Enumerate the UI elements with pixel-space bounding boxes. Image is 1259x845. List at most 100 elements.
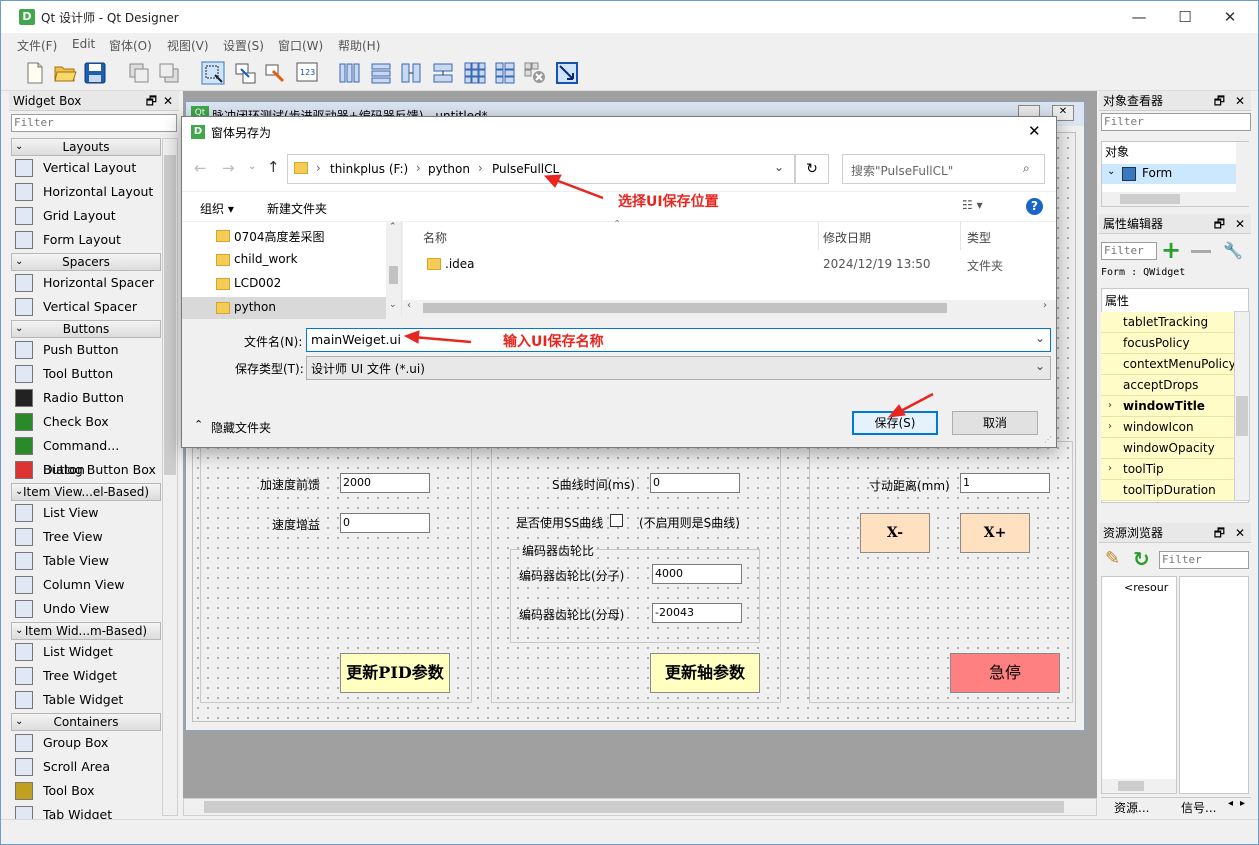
widget-item[interactable]: Group Box xyxy=(13,731,161,755)
organize-button[interactable]: 组织 ▾ xyxy=(200,200,234,217)
property-filter[interactable]: Filter xyxy=(1101,242,1157,260)
widget-item[interactable]: Tool Box xyxy=(13,779,161,803)
widget-item[interactable]: Command... Button xyxy=(13,434,161,477)
widget-category[interactable]: ⌄ Layouts xyxy=(11,138,161,156)
property-row[interactable]: › toolTip xyxy=(1101,459,1234,480)
accel-ff-input[interactable]: 2000 xyxy=(340,473,430,493)
remove-property-icon[interactable] xyxy=(1191,250,1211,253)
update-axis-button[interactable]: 更新轴参数 xyxy=(650,653,760,693)
property-row[interactable]: contextMenuPolicy xyxy=(1101,354,1236,375)
close-icon[interactable]: ✕ xyxy=(1235,523,1245,543)
widget-item[interactable]: Vertical Spacer xyxy=(13,295,161,319)
close-icon[interactable]: ✕ xyxy=(163,91,173,111)
property-row[interactable]: › windowTitle xyxy=(1101,396,1234,417)
folder-tree-item[interactable]: LCD002 xyxy=(182,273,386,295)
close-button[interactable]: ✕ xyxy=(1207,1,1253,33)
column-date[interactable]: 修改日期 xyxy=(823,229,871,246)
float-icon[interactable]: 🗗 xyxy=(146,91,157,111)
scrollbar-thumb[interactable] xyxy=(204,801,1064,813)
widget-category[interactable]: ⌄ Spacers xyxy=(11,253,161,271)
menu-window[interactable]: 窗口(W) xyxy=(278,37,323,54)
menu-help[interactable]: 帮助(H) xyxy=(338,37,380,54)
object-row-form[interactable]: ⌄ Form xyxy=(1102,164,1236,184)
widget-item[interactable]: Horizontal Layout xyxy=(13,180,161,204)
edit-buddies-icon[interactable] xyxy=(263,61,287,85)
file-list-h-scrollbar[interactable]: ‹ › xyxy=(403,300,1056,316)
object-h-scrollbar[interactable] xyxy=(1102,192,1249,206)
resource-root[interactable]: <resour xyxy=(1124,581,1168,594)
save-button[interactable]: 保存(S) xyxy=(852,411,938,435)
send-back-icon[interactable] xyxy=(157,61,181,85)
filename-dropdown-icon[interactable]: ⌄ xyxy=(1035,331,1045,345)
scrollbar-thumb[interactable] xyxy=(389,266,398,284)
property-v-scrollbar[interactable] xyxy=(1234,311,1250,501)
x-plus-button[interactable]: X+ xyxy=(960,513,1030,553)
resize-grip-icon[interactable]: ⋰ xyxy=(1044,435,1052,444)
widget-item[interactable]: Undo View xyxy=(13,597,161,621)
s-curve-time-input[interactable]: 0 xyxy=(650,473,740,493)
layout-grid-icon[interactable] xyxy=(463,61,487,85)
edit-resources-icon[interactable]: ✎ xyxy=(1105,548,1120,569)
dialog-search-input[interactable]: 搜索"PulseFullCL" ⌕ xyxy=(842,154,1045,184)
break-layout-icon[interactable] xyxy=(523,61,547,85)
view-options-icon[interactable]: ☷ ▾ xyxy=(962,198,983,212)
widget-category[interactable]: ⌄ Containers xyxy=(11,713,161,731)
widget-item[interactable]: Tool Button xyxy=(13,362,161,386)
tab-scroll-right-icon[interactable]: ▸ xyxy=(1240,798,1245,809)
tab-resources[interactable]: 资源... xyxy=(1114,799,1149,816)
back-arrow-icon[interactable]: ← xyxy=(194,159,207,177)
scrollbar-thumb[interactable] xyxy=(1236,396,1248,436)
widget-item[interactable]: Grid Layout xyxy=(13,204,161,228)
widget-item[interactable]: Push Button xyxy=(13,338,161,362)
menu-form[interactable]: 窗体(O) xyxy=(109,37,152,54)
widget-item[interactable]: Table Widget xyxy=(13,688,161,712)
float-icon[interactable]: 🗗 xyxy=(1214,214,1225,234)
widget-item[interactable]: Horizontal Spacer xyxy=(13,271,161,295)
folder-tree-item[interactable]: 0704高度差采图 xyxy=(182,225,386,247)
float-icon[interactable]: 🗗 xyxy=(1214,91,1225,111)
layout-splitter-h-icon[interactable] xyxy=(399,61,423,85)
update-pid-button[interactable]: 更新PID参数 xyxy=(340,653,450,693)
bring-front-icon[interactable] xyxy=(127,61,151,85)
scroll-right-icon[interactable]: › xyxy=(1043,300,1047,311)
filename-input[interactable]: mainWeiget.ui ⌄ xyxy=(306,328,1051,352)
new-file-icon[interactable] xyxy=(23,61,47,85)
tab-signals[interactable]: 信号... xyxy=(1181,799,1216,816)
float-icon[interactable]: 🗗 xyxy=(1214,523,1225,543)
folder-tree-item[interactable]: python xyxy=(182,297,386,319)
breadcrumb-drive[interactable]: thinkplus (F:) xyxy=(330,162,408,176)
column-name[interactable]: 名称 xyxy=(423,229,447,246)
filetype-dropdown-icon[interactable]: ⌄ xyxy=(1035,359,1045,373)
property-row[interactable]: acceptDrops xyxy=(1101,375,1234,396)
scrollbar-thumb[interactable] xyxy=(423,303,947,313)
configure-icon[interactable]: 🔧 xyxy=(1223,241,1243,260)
widget-category[interactable]: ⌄ Buttons xyxy=(11,320,161,338)
breadcrumb-python[interactable]: python xyxy=(428,162,470,176)
speed-gain-input[interactable]: 0 xyxy=(340,513,430,533)
x-minus-button[interactable]: X- xyxy=(860,513,930,553)
widget-item[interactable]: Scroll Area xyxy=(13,755,161,779)
scrollbar-thumb[interactable] xyxy=(1118,781,1144,791)
chevron-down-icon[interactable]: ⌄ xyxy=(1107,166,1115,177)
close-icon[interactable]: ✕ xyxy=(1235,214,1245,234)
new-folder-button[interactable]: 新建文件夹 xyxy=(267,200,327,217)
tree-scrollbar[interactable]: ⌃ ⌄ xyxy=(386,222,401,316)
address-bar[interactable]: › thinkplus (F:) › python › PulseFullCL … xyxy=(287,154,795,184)
add-property-icon[interactable]: + xyxy=(1161,238,1181,262)
object-inspector-filter[interactable]: Filter xyxy=(1101,113,1251,131)
widget-category[interactable]: ⌄ Item View...el-Based) xyxy=(11,483,161,501)
close-icon[interactable]: ✕ xyxy=(1235,91,1245,111)
column-type[interactable]: 类型 xyxy=(967,229,991,246)
widget-item[interactable]: Tree Widget xyxy=(13,664,161,688)
widget-item[interactable]: Form Layout xyxy=(13,228,161,252)
use-ss-curve-checkbox[interactable] xyxy=(610,514,623,527)
widget-item[interactable]: List View xyxy=(13,501,161,525)
hide-folders-button[interactable]: 隐藏文件夹 xyxy=(211,419,271,436)
edit-signals-icon[interactable] xyxy=(233,61,257,85)
refresh-icon[interactable]: ↻ xyxy=(795,154,829,184)
widget-category[interactable]: ⌄ Item Wid...m-Based) xyxy=(11,622,161,640)
reload-icon[interactable]: ↻ xyxy=(1133,547,1150,571)
file-row[interactable]: .idea 2024/12/19 13:50 文件夹 xyxy=(403,252,1043,278)
scrollbar-thumb[interactable] xyxy=(164,155,176,475)
property-row[interactable]: › windowIcon xyxy=(1101,417,1234,438)
